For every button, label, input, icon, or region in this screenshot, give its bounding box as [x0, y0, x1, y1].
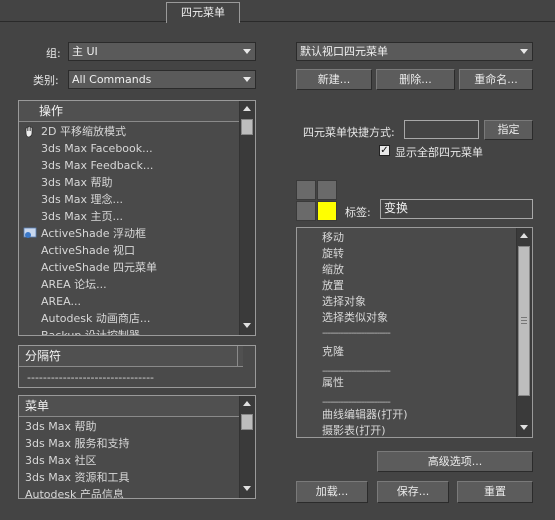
- tab-bar: [0, 0, 555, 22]
- grip-icon: [521, 317, 527, 318]
- list-item-label: ActiveShade 四元菜单: [41, 261, 157, 274]
- scroll-down-icon[interactable]: [243, 323, 251, 328]
- save-button[interactable]: 保存...: [377, 481, 449, 503]
- scroll-up-icon[interactable]: [243, 106, 251, 111]
- category-label: 类别:: [33, 74, 59, 87]
- list-item-label: 3ds Max 理念...: [41, 193, 123, 206]
- quad-items-scrollbar[interactable]: [516, 228, 532, 437]
- group-label: 组:: [46, 47, 61, 60]
- list-item[interactable]: 3ds Max 资源和工具: [25, 469, 129, 486]
- quad-swatch-bottom-left[interactable]: [296, 201, 316, 221]
- list-item[interactable]: AREA...: [41, 293, 81, 310]
- advanced-options-button[interactable]: 高级选项...: [377, 451, 533, 472]
- list-item-label: ActiveShade 视口: [41, 244, 135, 257]
- scroll-up-icon[interactable]: [520, 233, 528, 238]
- actions-list[interactable]: 操作 2D 平移缩放模式 3ds Max Facebook... 3ds Max F…: [18, 100, 256, 336]
- chevron-down-icon: [520, 49, 528, 54]
- quad-item[interactable]: 属性: [322, 375, 344, 391]
- separators-header[interactable]: 分隔符: [19, 346, 243, 367]
- list-item[interactable]: 3ds Max 帮助: [25, 418, 96, 435]
- chevron-down-icon: [243, 77, 251, 82]
- category-select-value: All Commands: [72, 73, 152, 86]
- list-item[interactable]: 2D 平移缩放模式: [25, 123, 126, 140]
- load-button[interactable]: 加载...: [296, 481, 368, 503]
- list-item-label: 3ds Max 主页...: [41, 210, 123, 223]
- actions-header[interactable]: 操作: [19, 101, 255, 122]
- quad-item[interactable]: 放置: [322, 278, 344, 294]
- list-item-label: AREA...: [41, 295, 81, 308]
- list-item[interactable]: 3ds Max Facebook...: [41, 140, 153, 157]
- quad-item[interactable]: 选择类似对象: [322, 310, 388, 326]
- group-select[interactable]: 主 UI: [68, 42, 256, 61]
- show-all-label: 显示全部四元菜单: [395, 146, 483, 159]
- list-item-label: 3ds Max Feedback...: [41, 159, 154, 172]
- list-item[interactable]: Autodesk 动画商店...: [41, 310, 150, 327]
- quad-swatch-top-right[interactable]: [317, 180, 337, 200]
- list-item-label: 3ds Max 帮助: [41, 176, 113, 189]
- scroll-up-icon[interactable]: [243, 401, 251, 406]
- quad-item[interactable]: 克隆: [322, 344, 344, 360]
- list-item[interactable]: 3ds Max 服务和支持: [25, 435, 129, 452]
- menus-scrollbar[interactable]: [239, 396, 255, 498]
- tab-quad-menus[interactable]: 四元菜单: [166, 2, 240, 23]
- tag-label: 标签:: [345, 206, 371, 219]
- quad-item[interactable]: 旋转: [322, 246, 344, 262]
- scroll-thumb[interactable]: [518, 246, 530, 396]
- shortcut-label: 四元菜单快捷方式:: [303, 126, 395, 139]
- list-item[interactable]: 3ds Max Feedback...: [41, 157, 153, 174]
- scroll-thumb[interactable]: [241, 119, 253, 135]
- activeshade-icon: [23, 227, 37, 240]
- delete-button[interactable]: 删除...: [376, 69, 455, 90]
- shortcut-input[interactable]: [404, 120, 479, 139]
- actions-scrollbar[interactable]: [239, 101, 255, 335]
- rename-button[interactable]: 重命名...: [459, 69, 533, 90]
- quad-items-list[interactable]: 移动 旋转 缩放 放置 选择对象 选择类似对象 ----------------------…: [296, 227, 533, 438]
- quad-item[interactable]: 移动: [322, 230, 344, 246]
- list-item-label: 3ds Max Facebook...: [41, 142, 153, 155]
- list-item[interactable]: ActiveShade 四元菜单: [41, 259, 157, 276]
- quad-item-separator[interactable]: --------------------------: [322, 326, 391, 342]
- quad-item[interactable]: 缩放: [322, 262, 344, 278]
- show-all-checkbox[interactable]: ✓: [379, 145, 390, 156]
- list-item[interactable]: 3ds Max 主页...: [41, 208, 123, 225]
- reset-button[interactable]: 重置: [457, 481, 533, 503]
- chevron-down-icon: [243, 49, 251, 54]
- header-divider: [237, 346, 238, 366]
- quad-swatch-top-left[interactable]: [296, 180, 316, 200]
- separator-item[interactable]: --------------------------------: [27, 369, 154, 386]
- scroll-down-icon[interactable]: [243, 486, 251, 491]
- quad-item[interactable]: 摄影表(打开): [322, 423, 386, 437]
- menus-list[interactable]: 菜单 3ds Max 帮助 3ds Max 服务和支持 3ds Max 社区 3ds …: [18, 395, 256, 499]
- list-item[interactable]: ActiveShade 视口: [41, 242, 135, 259]
- menus-header[interactable]: 菜单: [19, 396, 247, 417]
- list-item[interactable]: 3ds Max 社区: [25, 452, 96, 469]
- category-select[interactable]: All Commands: [68, 70, 256, 89]
- separators-list[interactable]: 分隔符 --------------------------------: [18, 345, 256, 388]
- scroll-thumb[interactable]: [241, 414, 253, 430]
- list-item-label: 2D 平移缩放模式: [41, 125, 126, 138]
- quad-swatch-bottom-right[interactable]: [317, 201, 337, 221]
- tag-input[interactable]: 变换: [380, 199, 533, 219]
- scroll-down-icon[interactable]: [520, 425, 528, 430]
- quad-menu-select[interactable]: 默认视口四元菜单: [296, 42, 533, 61]
- quad-item[interactable]: 曲线编辑器(打开): [322, 407, 408, 423]
- list-item-label: ActiveShade 浮动框: [41, 227, 146, 240]
- list-item[interactable]: AREA 论坛...: [41, 276, 107, 293]
- list-item-label: AREA 论坛...: [41, 278, 107, 291]
- list-item[interactable]: 3ds Max 理念...: [41, 191, 123, 208]
- list-item[interactable]: ActiveShade 浮动框: [23, 225, 146, 242]
- hand-icon: [23, 125, 36, 138]
- group-select-value: 主 UI: [72, 45, 98, 58]
- list-item-label: Backup 设计控制器: [41, 329, 140, 336]
- grip-icon: [521, 323, 527, 324]
- list-item-label: Autodesk 动画商店...: [41, 312, 151, 325]
- list-item[interactable]: 3ds Max 帮助: [41, 174, 112, 191]
- new-button[interactable]: 新建...: [296, 69, 372, 90]
- list-item[interactable]: Backup 设计控制器: [41, 327, 140, 336]
- grip-icon: [521, 320, 527, 321]
- quad-item[interactable]: 选择对象: [322, 294, 366, 310]
- quad-menu-select-value: 默认视口四元菜单: [300, 45, 388, 58]
- list-item[interactable]: Autodesk 产品信息: [25, 486, 124, 498]
- assign-button[interactable]: 指定: [484, 120, 533, 140]
